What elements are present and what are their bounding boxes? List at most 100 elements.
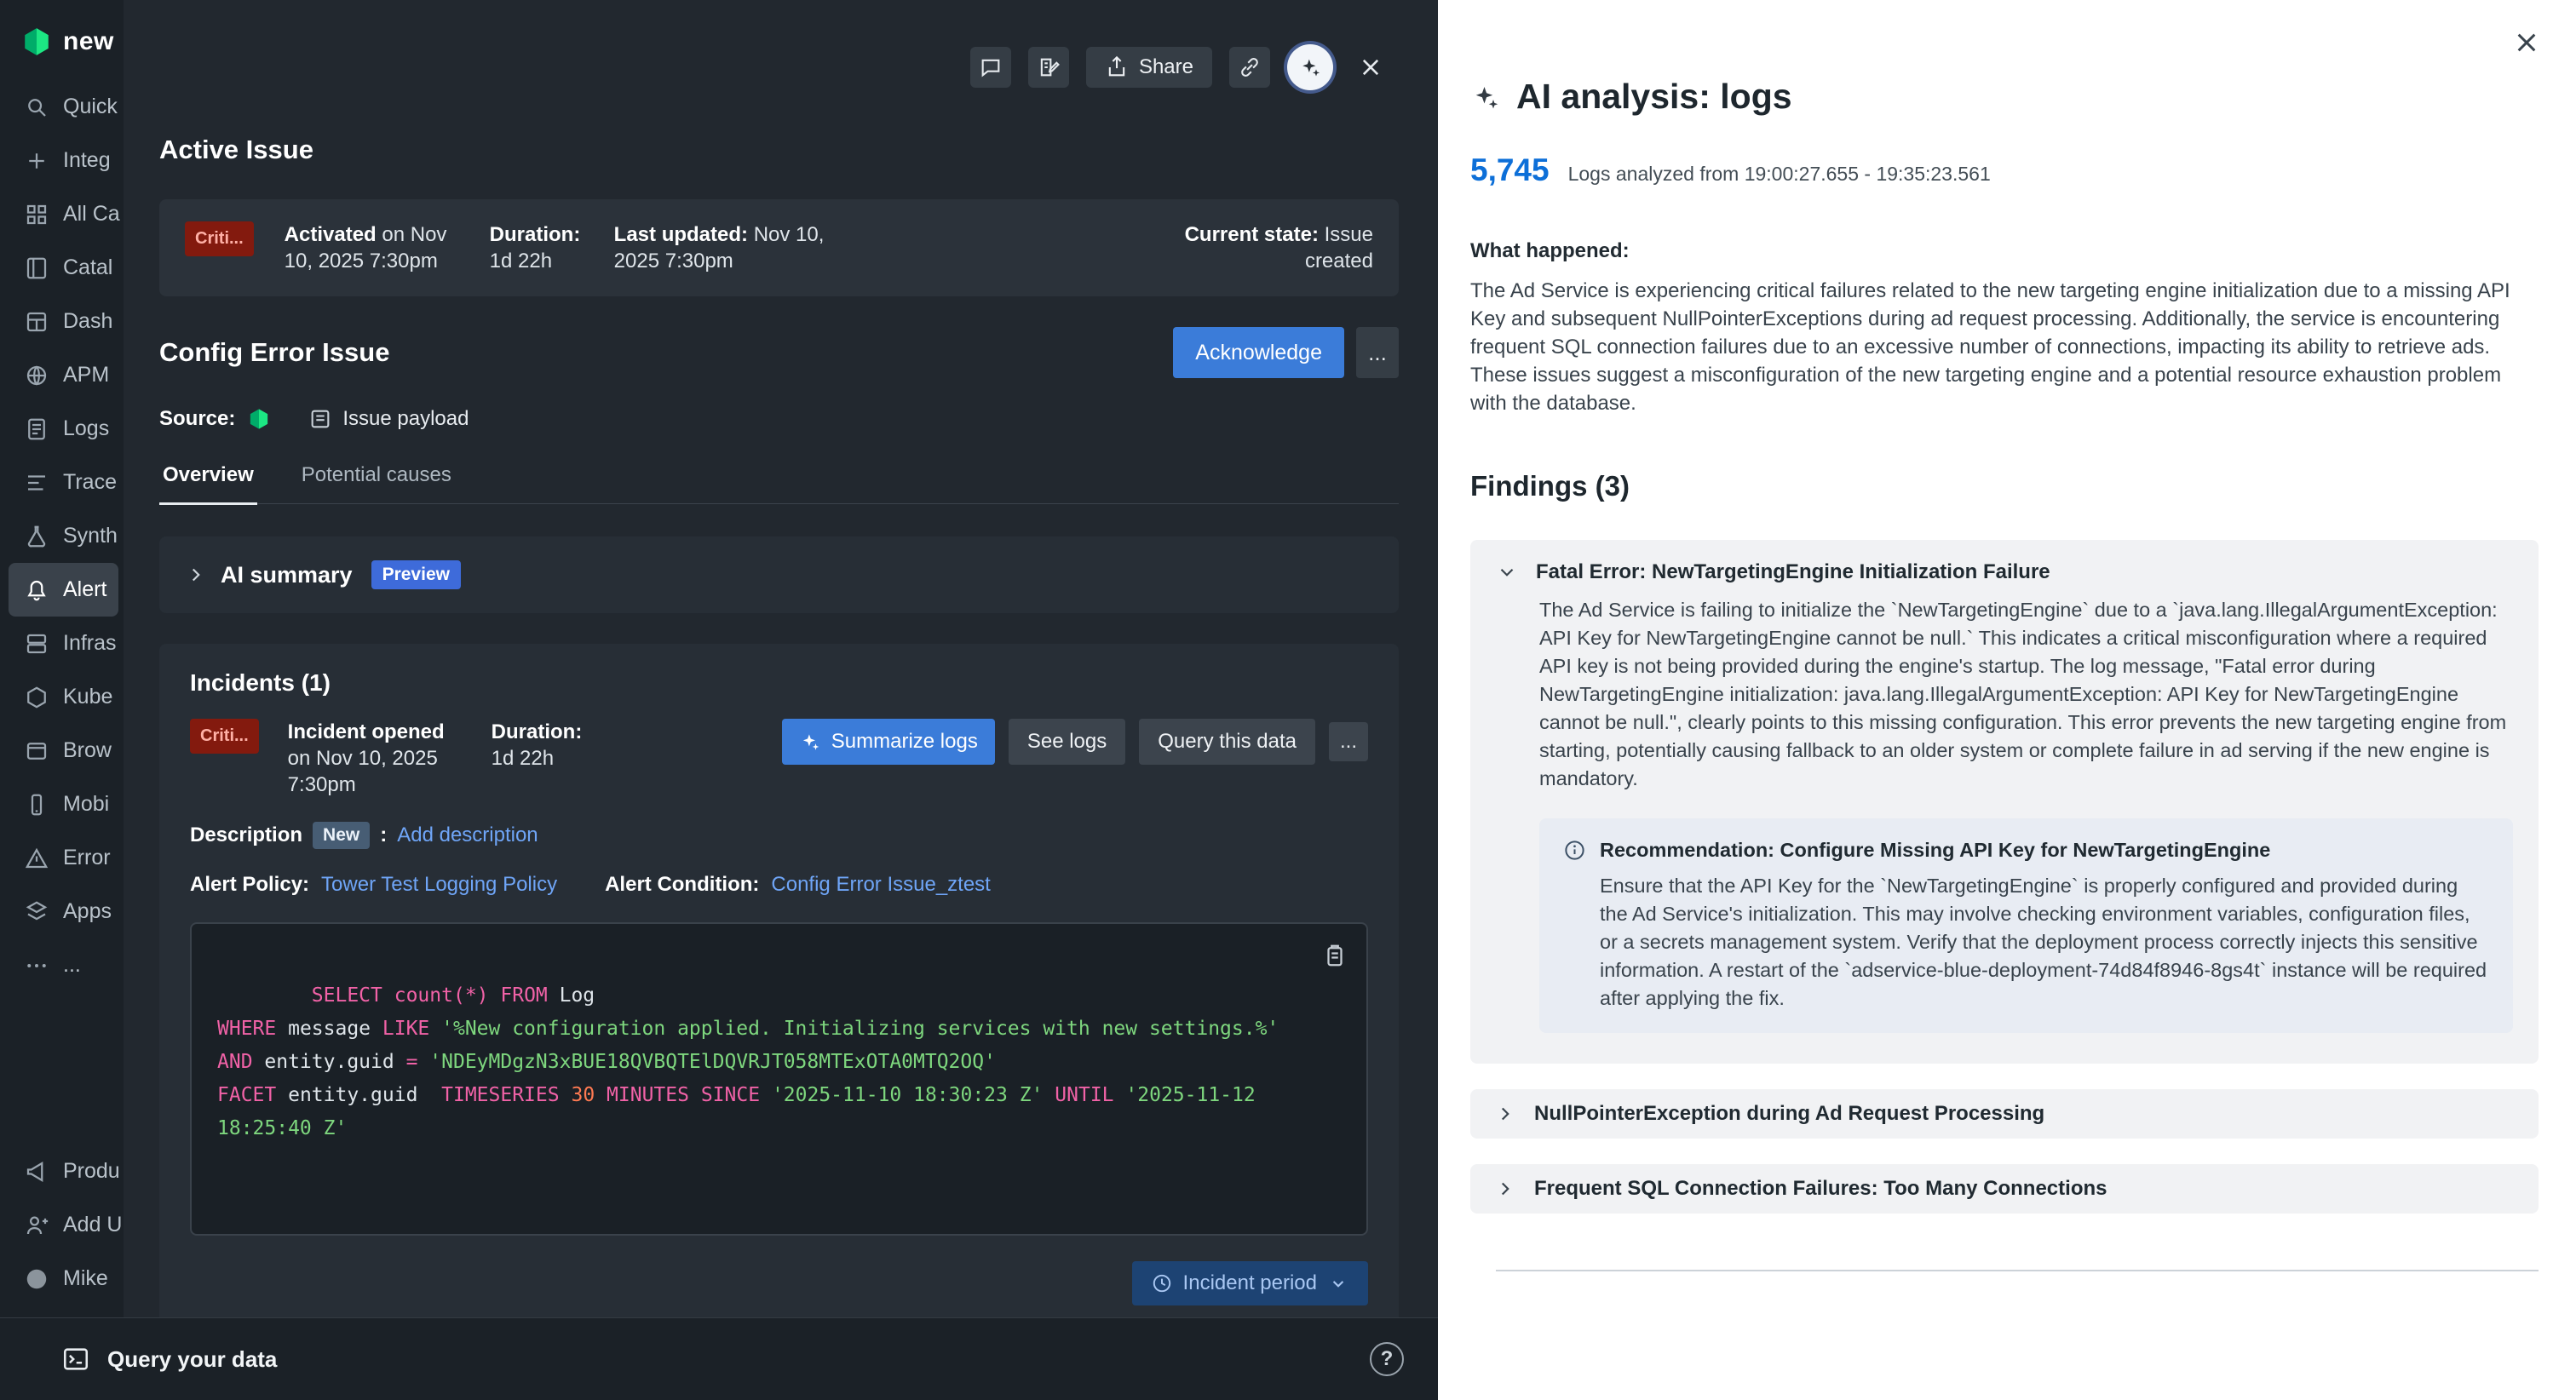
add-description-link[interactable]: Add description <box>397 823 538 847</box>
sidebar-item-kubernetes[interactable]: Kube <box>0 670 124 724</box>
megaphone-icon <box>24 1159 49 1185</box>
sidebar-item-alerts[interactable]: Alert <box>9 563 118 617</box>
note-edit-icon <box>1037 55 1061 79</box>
sidebar-item-catalogs[interactable]: Catal <box>0 241 124 295</box>
panel-divider <box>1496 1270 2539 1271</box>
sidebar-item-add-user[interactable]: Add U <box>0 1198 124 1252</box>
acknowledge-button[interactable]: Acknowledge <box>1173 327 1344 378</box>
close-modal-button[interactable] <box>1350 47 1391 88</box>
query-this-data-button[interactable]: Query this data <box>1139 719 1315 765</box>
tab-overview[interactable]: Overview <box>159 463 257 505</box>
sidebar-item-integrations[interactable]: Integ <box>0 134 124 187</box>
ai-assistant-button[interactable] <box>1287 44 1333 90</box>
query-your-data-label: Query your data <box>107 1346 277 1373</box>
sidebar-item-errors[interactable]: Error <box>0 831 124 885</box>
issue-name: Config Error Issue <box>159 337 389 368</box>
close-ai-panel-button[interactable] <box>2513 29 2540 56</box>
new-badge: New <box>313 822 370 849</box>
sidebar-item-traces[interactable]: Trace <box>0 456 124 509</box>
sidebar-item-all-capabilities[interactable]: All Ca <box>0 187 124 241</box>
alert-policy-row: Alert Policy:Tower Test Logging Policy A… <box>190 873 1368 897</box>
finding-title: Frequent SQL Connection Failures: Too Ma… <box>1534 1177 2107 1201</box>
sidebar-item-browser[interactable]: Brow <box>0 724 124 777</box>
sidebar-item-synthetics[interactable]: Synth <box>0 509 124 563</box>
alert-policy-link[interactable]: Tower Test Logging Policy <box>321 873 557 897</box>
sidebar-item-user-profile[interactable]: Mike <box>0 1252 124 1305</box>
tab-potential-causes[interactable]: Potential causes <box>298 463 455 503</box>
newrelic-logo[interactable]: new <box>0 0 124 80</box>
query-your-data-bar[interactable]: Query your data ? <box>0 1317 1438 1400</box>
finding-body: The Ad Service is failing to initialize … <box>1539 596 2508 793</box>
clock-icon <box>1151 1272 1173 1294</box>
chevron-right-icon <box>185 564 207 586</box>
notes-button[interactable] <box>1028 47 1069 88</box>
severity-badge: Criti... <box>190 719 259 754</box>
issue-payload-link[interactable]: Issue payload <box>308 407 469 431</box>
finding-card-collapsed[interactable]: Frequent SQL Connection Failures: Too Ma… <box>1470 1164 2539 1214</box>
permalink-button[interactable] <box>1229 47 1270 88</box>
traces-icon <box>24 470 49 496</box>
sidebar-item-dashboards[interactable]: Dash <box>0 295 124 348</box>
servers-icon <box>24 631 49 657</box>
issue-title-row: Config Error Issue Acknowledge ... <box>159 327 1399 378</box>
logs-analyzed-row: 5,745 Logs analyzed from 19:00:27.655 - … <box>1470 152 2539 188</box>
what-happened-text: The Ad Service is experiencing critical … <box>1470 277 2539 417</box>
book-icon <box>24 255 49 281</box>
finding-card-collapsed[interactable]: NullPointerException during Ad Request P… <box>1470 1089 2539 1139</box>
comment-button[interactable] <box>970 47 1011 88</box>
logs-count-caption: Logs analyzed from 19:00:27.655 - 19:35:… <box>1568 163 1991 186</box>
ai-summary-title: AI summary <box>221 562 353 588</box>
sparkle-icon <box>799 731 821 753</box>
search-icon <box>24 95 49 120</box>
sidebar-item-quick-find[interactable]: Quick <box>0 80 124 134</box>
incident-opened-meta: Incident opened on Nov 10, 2025 7:30pm <box>288 719 463 798</box>
info-icon <box>1563 839 1586 862</box>
severity-badge: Criti... <box>185 221 254 256</box>
see-logs-button[interactable]: See logs <box>1009 719 1125 765</box>
ellipsis-icon <box>24 953 49 978</box>
incident-more-button[interactable]: ... <box>1329 722 1368 761</box>
activated-meta: Activated on Nov 10, 2025 7:30pm <box>285 221 459 274</box>
newrelic-logo-icon <box>20 26 53 58</box>
preview-badge: Preview <box>371 560 461 589</box>
duration-meta: Duration: 1d 22h <box>490 221 584 274</box>
sidebar-item-apm[interactable]: APM <box>0 348 124 402</box>
add-user-icon <box>24 1213 49 1238</box>
nrql-query-block: SELECT count(*) FROM Log WHERE message L… <box>190 922 1368 1236</box>
findings-title: Findings (3) <box>1470 470 2539 502</box>
newrelic-source-icon[interactable] <box>247 407 271 431</box>
copy-query-button[interactable] <box>1322 943 1348 968</box>
globe-icon <box>24 363 49 388</box>
sparkle-icon <box>1470 82 1501 112</box>
sidebar-item-infrastructure[interactable]: Infras <box>0 617 124 670</box>
flask-icon <box>24 524 49 549</box>
payload-icon <box>308 407 332 431</box>
chevron-right-icon <box>1494 1178 1516 1200</box>
summarize-logs-button[interactable]: Summarize logs <box>782 719 995 765</box>
sidebar: new Quick Integ All Ca Catal Dash APM Lo… <box>0 0 124 1317</box>
issue-summary-card: Criti... Activated on Nov 10, 2025 7:30p… <box>159 199 1399 296</box>
sidebar-item-apps[interactable]: Apps <box>0 885 124 938</box>
finding-header[interactable]: Fatal Error: NewTargetingEngine Initiali… <box>1496 560 2513 584</box>
alert-condition-link[interactable]: Config Error Issue_ztest <box>771 873 990 897</box>
chevron-down-icon <box>1327 1272 1349 1294</box>
sidebar-item-product-updates[interactable]: Produ <box>0 1145 124 1198</box>
recommendation-title: Recommendation: Configure Missing API Ke… <box>1600 839 2270 862</box>
incident-period-dropdown[interactable]: Incident period <box>1132 1261 1368 1305</box>
help-icon[interactable]: ? <box>1370 1342 1404 1376</box>
comment-icon <box>979 55 1003 79</box>
sidebar-item-more[interactable]: ... <box>0 938 124 992</box>
avatar <box>24 1266 49 1292</box>
sidebar-item-mobile[interactable]: Mobi <box>0 777 124 831</box>
ai-summary-section[interactable]: AI summary Preview <box>159 536 1399 613</box>
browser-icon <box>24 738 49 764</box>
hexagon-icon <box>24 685 49 710</box>
nrql-query: SELECT count(*) FROM Log WHERE message L… <box>217 984 1279 1139</box>
clipboard-icon <box>1322 943 1348 968</box>
plus-icon <box>24 148 49 174</box>
incident-duration-meta: Duration: 1d 22h <box>492 719 585 772</box>
share-button[interactable]: Share <box>1086 47 1212 88</box>
issue-more-button[interactable]: ... <box>1356 327 1399 378</box>
ai-panel-title: AI analysis: logs <box>1516 77 1792 117</box>
sidebar-item-logs[interactable]: Logs <box>0 402 124 456</box>
